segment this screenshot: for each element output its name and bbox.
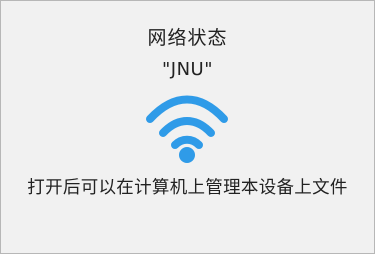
wifi-arc-middle xyxy=(159,117,215,137)
network-status-title: 网络状态 xyxy=(147,27,228,49)
network-status-card: 网络状态 "JNU" 打开后可以在计算机上管理本设备上文件 xyxy=(0,0,375,254)
network-hint-text: 打开后可以在计算机上管理本设备上文件 xyxy=(27,178,348,198)
wifi-arc-outer xyxy=(146,95,228,123)
wifi-icon xyxy=(146,95,228,163)
wifi-arc-inner xyxy=(171,135,203,149)
network-ssid: "JNU" xyxy=(161,59,213,80)
wifi-dot xyxy=(179,147,195,163)
